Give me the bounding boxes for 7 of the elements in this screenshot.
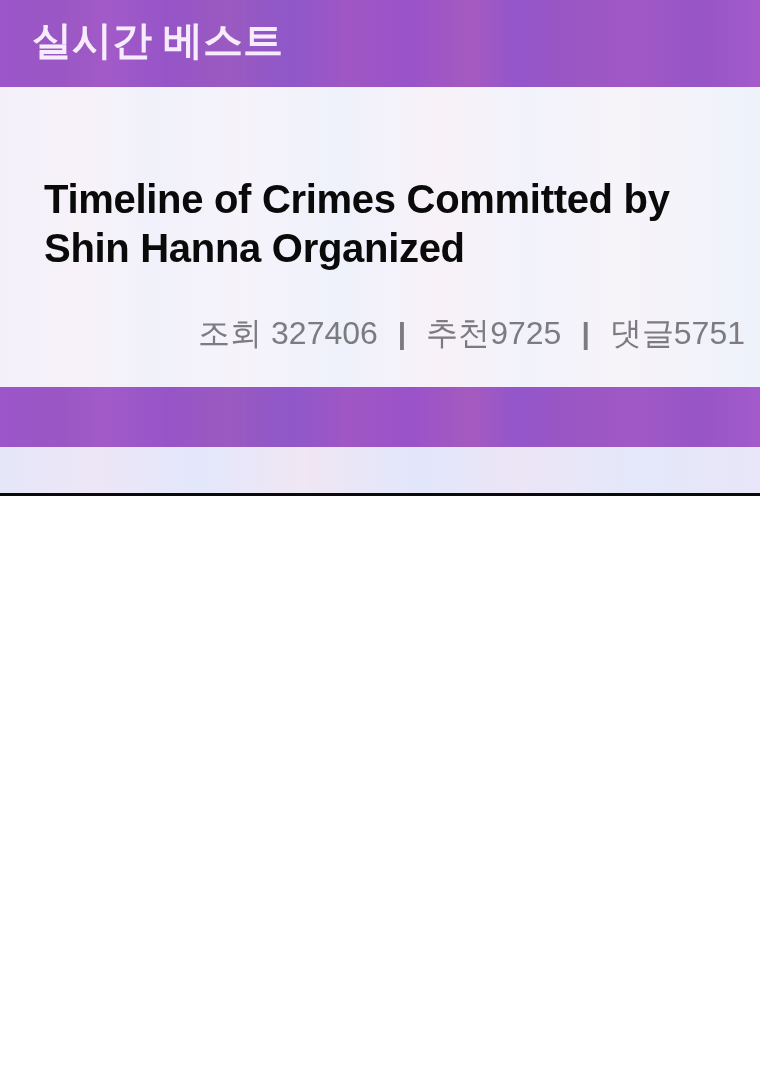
- post-stat: 추천9725: [426, 314, 562, 353]
- section-title: 실시간 베스트: [32, 16, 284, 64]
- post-title: Timeline of Crimes Committed by Shin Hanna Organized: [44, 176, 671, 272]
- post-stat: 조회 327406: [198, 314, 378, 353]
- post-stat: 댓글5751: [609, 314, 745, 353]
- stat-separator: |: [581, 317, 590, 351]
- stat-separator: |: [397, 317, 407, 351]
